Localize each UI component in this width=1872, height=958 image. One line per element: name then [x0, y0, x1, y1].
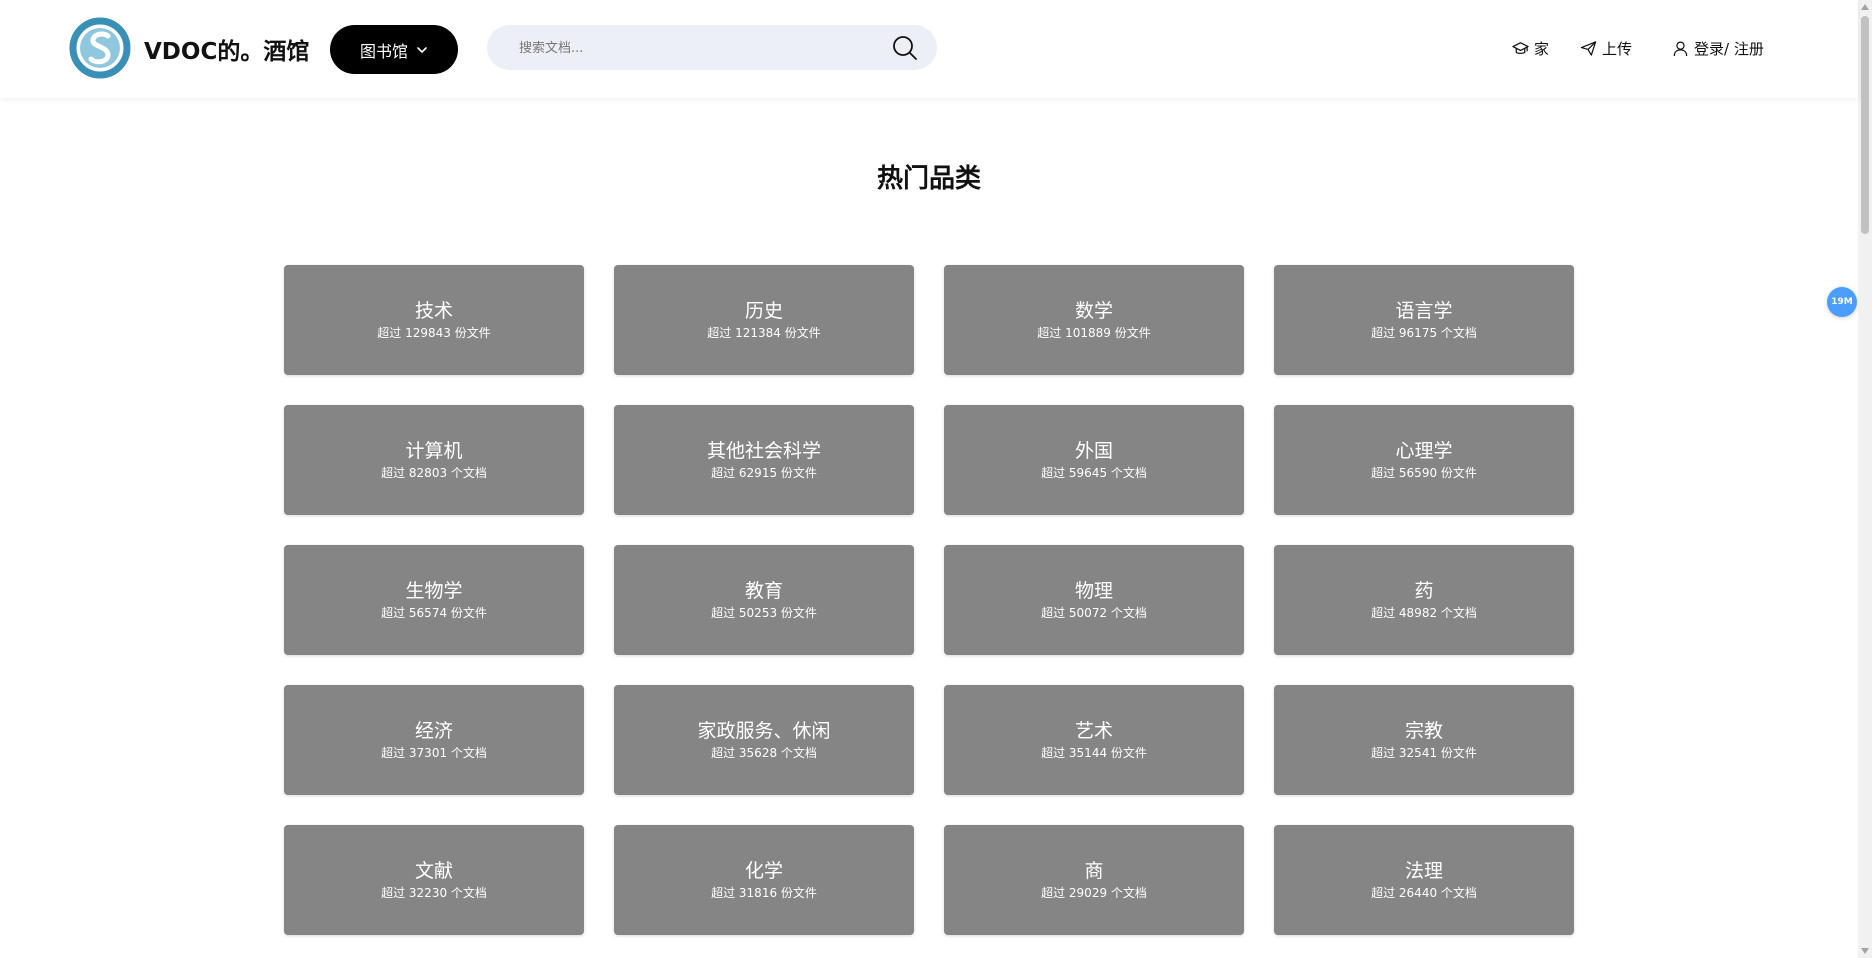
- scroll-up-arrow-icon[interactable]: [1861, 4, 1869, 10]
- search-box: [487, 25, 937, 72]
- category-count: 超过 96175 个文档: [1371, 326, 1477, 340]
- nav-upload-link[interactable]: 上传: [1580, 38, 1632, 59]
- search-input[interactable]: [517, 25, 871, 72]
- category-name: 家政服务、休闲: [697, 720, 831, 742]
- category-count: 超过 32230 个文档: [381, 886, 487, 900]
- category-name: 其他社会科学: [706, 440, 821, 462]
- category-card[interactable]: 文献超过 32230 个文档: [284, 825, 584, 935]
- category-name: 化学: [744, 860, 783, 882]
- category-count: 超过 48982 个文档: [1371, 606, 1477, 620]
- category-count: 超过 121384 份文件: [707, 326, 821, 340]
- category-card[interactable]: 技术超过 129843 份文件: [284, 265, 584, 375]
- graduation-cap-icon: [1512, 42, 1529, 54]
- category-count: 超过 101889 份文件: [1037, 326, 1151, 340]
- vdoc-logo-icon[interactable]: [68, 16, 132, 80]
- category-count: 超过 129843 份文件: [377, 326, 491, 340]
- category-count: 超过 37301 个文档: [381, 746, 487, 760]
- brand-name[interactable]: VDOC的。酒馆: [144, 32, 309, 66]
- category-card[interactable]: 艺术超过 35144 份文件: [944, 685, 1244, 795]
- page-scrollbar[interactable]: [1858, 0, 1872, 958]
- category-card[interactable]: 化学超过 31816 份文件: [614, 825, 914, 935]
- site-header: VDOC的。酒馆 图书馆 家: [0, 0, 1858, 98]
- category-name: 计算机: [405, 440, 463, 462]
- category-count: 超过 50253 份文件: [711, 606, 817, 620]
- category-card[interactable]: 教育超过 50253 份文件: [614, 545, 914, 655]
- category-count: 超过 32541 份文件: [1371, 746, 1477, 760]
- category-name: 药: [1414, 580, 1434, 602]
- category-card[interactable]: 法理超过 26440 个文档: [1274, 825, 1574, 935]
- nav-login-label: 登录/ 注册: [1694, 40, 1764, 58]
- category-card[interactable]: 历史超过 121384 份文件: [614, 265, 914, 375]
- category-name: 艺术: [1074, 720, 1113, 742]
- search-icon[interactable]: [891, 34, 919, 62]
- category-count: 超过 29029 个文档: [1041, 886, 1147, 900]
- category-card[interactable]: 外国超过 59645 个文档: [944, 405, 1244, 515]
- library-dropdown-button[interactable]: 图书馆: [330, 25, 458, 74]
- nav-home-label: 家: [1534, 40, 1550, 58]
- category-name: 数学: [1074, 300, 1113, 322]
- category-grid: 技术超过 129843 份文件 历史超过 121384 份文件 数学超过 101…: [284, 265, 1574, 935]
- category-card[interactable]: 家政服务、休闲超过 35628 个文档: [614, 685, 914, 795]
- category-name: 生物学: [405, 580, 463, 602]
- category-count: 超过 56574 份文件: [381, 606, 487, 620]
- chevron-down-icon: [417, 46, 427, 53]
- category-name: 法理: [1404, 860, 1443, 882]
- category-count: 超过 26440 个文档: [1371, 886, 1477, 900]
- category-count: 超过 59645 个文档: [1041, 466, 1147, 480]
- category-name: 技术: [414, 300, 453, 322]
- category-name: 历史: [744, 300, 783, 322]
- category-card[interactable]: 商超过 29029 个文档: [944, 825, 1244, 935]
- category-count: 超过 35628 个文档: [711, 746, 817, 760]
- library-label: 图书馆: [359, 41, 408, 61]
- category-name: 文献: [414, 860, 453, 882]
- category-name: 外国: [1074, 440, 1113, 462]
- floating-badge[interactable]: 19M: [1827, 287, 1857, 317]
- category-card[interactable]: 生物学超过 56574 份文件: [284, 545, 584, 655]
- category-card[interactable]: 语言学超过 96175 个文档: [1274, 265, 1574, 375]
- category-count: 超过 35144 份文件: [1041, 746, 1147, 760]
- category-name: 经济: [414, 720, 453, 742]
- category-name: 语言学: [1395, 300, 1453, 322]
- category-count: 超过 82803 个文档: [381, 466, 487, 480]
- category-name: 教育: [744, 580, 783, 602]
- category-name: 宗教: [1404, 720, 1443, 742]
- category-card[interactable]: 经济超过 37301 个文档: [284, 685, 584, 795]
- category-card[interactable]: 宗教超过 32541 份文件: [1274, 685, 1574, 795]
- category-card[interactable]: 其他社会科学超过 62915 份文件: [614, 405, 914, 515]
- section-title: 热门品类: [876, 164, 981, 194]
- paper-plane-icon: [1580, 41, 1597, 56]
- scrollbar-thumb[interactable]: [1861, 16, 1869, 234]
- category-card[interactable]: 计算机超过 82803 个文档: [284, 405, 584, 515]
- category-name: 物理: [1074, 580, 1113, 602]
- page: VDOC的。酒馆 图书馆 家: [0, 0, 1872, 958]
- category-card[interactable]: 物理超过 50072 个文档: [944, 545, 1244, 655]
- category-count: 超过 50072 个文档: [1041, 606, 1147, 620]
- nav-upload-label: 上传: [1602, 40, 1633, 58]
- category-name: 商: [1084, 860, 1104, 882]
- category-count: 超过 56590 份文件: [1371, 466, 1477, 480]
- user-icon: [1673, 41, 1688, 57]
- category-card[interactable]: 心理学超过 56590 份文件: [1274, 405, 1574, 515]
- nav-home-link[interactable]: 家: [1512, 38, 1549, 59]
- nav-login-link[interactable]: 登录/ 注册: [1672, 38, 1764, 59]
- category-name: 心理学: [1395, 440, 1453, 462]
- scroll-down-arrow-icon[interactable]: [1861, 948, 1869, 954]
- category-count: 超过 31816 份文件: [711, 886, 817, 900]
- category-card[interactable]: 数学超过 101889 份文件: [944, 265, 1244, 375]
- category-card[interactable]: 药超过 48982 个文档: [1274, 545, 1574, 655]
- category-count: 超过 62915 份文件: [711, 466, 817, 480]
